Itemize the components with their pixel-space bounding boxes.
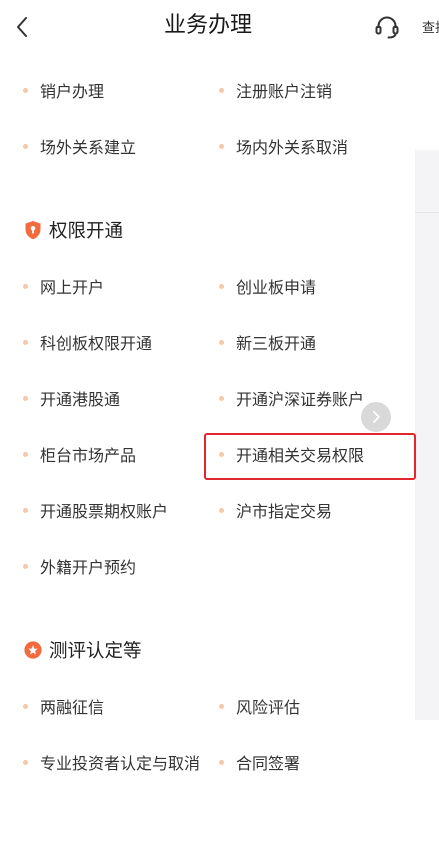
header-bar: 业务办理 查找 [0, 0, 439, 52]
item-label: 开通沪深证券账户 [236, 392, 365, 409]
search-link-clip: 查找 [422, 18, 439, 38]
chinext-application-item[interactable]: 创业板申请 [214, 258, 415, 314]
menu-grid: 两融征信 风险评估 专业投资者认定与取消 合同签署 [18, 678, 415, 790]
contract-signing-item[interactable]: 合同签署 [214, 734, 415, 790]
side-panel-divider [415, 212, 439, 213]
bullet-dot [23, 87, 28, 93]
menu-grid: 网上开户 创业板申请 科创板权限开通 新三板开通 开通港股通 开通沪深证券账户 … [18, 258, 416, 594]
headset-icon [375, 16, 399, 39]
bullet-dot [23, 283, 28, 289]
search-link[interactable]: 查找 [422, 18, 439, 38]
section-header-assessment: 测评认定等 [18, 622, 415, 678]
bullet-dot [23, 451, 28, 457]
stock-options-account-item[interactable]: 开通股票期权账户 [18, 482, 214, 538]
bullet-dot [219, 451, 224, 457]
item-label: 柜台市场产品 [40, 448, 137, 465]
permissions-group: 权限开通 网上开户 创业板申请 科创板权限开通 新三板开通 开通港股通 开通沪深… [18, 202, 416, 594]
foreign-account-appointment-item[interactable]: 外籍开户预约 [18, 538, 214, 594]
bullet-dot [23, 339, 28, 345]
trading-permissions-item[interactable]: 开通相关交易权限 [204, 426, 416, 482]
item-label: 合同签署 [236, 756, 301, 773]
item-label: 开通股票期权账户 [40, 504, 169, 521]
bullet-dot [23, 759, 28, 765]
page-title: 业务办理 [163, 12, 252, 37]
item-label: 沪市指定交易 [236, 504, 333, 521]
bullet-dot [219, 143, 224, 149]
bullet-dot [219, 703, 224, 709]
item-label: 风险评估 [236, 700, 301, 717]
counter-market-products-item[interactable]: 柜台市场产品 [18, 426, 214, 482]
chevron-right-icon [373, 411, 380, 423]
bullet-dot [23, 395, 28, 401]
online-account-opening-item[interactable]: 网上开户 [18, 258, 214, 314]
badge-icon [24, 641, 42, 659]
shield-icon [25, 221, 41, 240]
cancel-registered-account-item[interactable]: 注册账户注销 [214, 62, 415, 118]
bullet-dot [219, 759, 224, 765]
hk-connect-activation-item[interactable]: 开通港股通 [18, 370, 214, 426]
section-header-permissions: 权限开通 [18, 202, 415, 258]
business-handling-screen: 业务办理 查找 销户办理 注册账 [0, 0, 439, 868]
bullet-dot [219, 507, 224, 513]
item-label: 新三板开通 [236, 336, 317, 353]
bullet-dot [219, 395, 224, 401]
bullet-dot [23, 507, 28, 513]
bullet-dot [23, 563, 28, 569]
item-label: 外籍开户预约 [40, 560, 137, 577]
back-button[interactable] [12, 15, 32, 39]
bullet-dot [219, 87, 224, 93]
floating-next-button[interactable] [361, 402, 391, 432]
section-title: 权限开通 [49, 220, 124, 241]
close-account-item[interactable]: 销户办理 [18, 62, 214, 118]
bullet-dot [23, 143, 28, 149]
item-label: 开通相关交易权限 [236, 448, 365, 465]
menu-content: 销户办理 注册账户注销 场外关系建立 场内外关系取消 权限开通 网上开户 创业板… [18, 62, 416, 790]
menu-grid: 销户办理 注册账户注销 场外关系建立 场内外关系取消 [18, 62, 415, 174]
customer-service-button[interactable] [374, 14, 400, 40]
item-label: 两融征信 [40, 700, 105, 717]
bullet-dot [219, 283, 224, 289]
side-panel-background [415, 150, 439, 720]
item-label: 销户办理 [40, 84, 105, 101]
assessment-group: 测评认定等 两融征信 风险评估 专业投资者认定与取消 合同签署 [18, 622, 415, 790]
section-title: 测评认定等 [49, 640, 142, 661]
chevron-left-icon [17, 17, 27, 37]
item-label: 场外关系建立 [40, 140, 137, 157]
item-label: 专业投资者认定与取消 [40, 756, 201, 773]
otc-relation-setup-item[interactable]: 场外关系建立 [18, 118, 214, 174]
neeq-activation-item[interactable]: 新三板开通 [214, 314, 415, 370]
star-market-permission-item[interactable]: 科创板权限开通 [18, 314, 214, 370]
sh-designated-trading-item[interactable]: 沪市指定交易 [214, 482, 415, 538]
risk-assessment-item[interactable]: 风险评估 [214, 678, 415, 734]
item-label: 网上开户 [40, 280, 105, 297]
item-label: 开通港股通 [40, 392, 121, 409]
account-group: 销户办理 注册账户注销 场外关系建立 场内外关系取消 [18, 62, 415, 174]
item-label: 科创板权限开通 [40, 336, 153, 353]
margin-credit-check-item[interactable]: 两融征信 [18, 678, 214, 734]
bullet-dot [23, 703, 28, 709]
item-label: 注册账户注销 [236, 84, 333, 101]
professional-investor-item[interactable]: 专业投资者认定与取消 [18, 734, 214, 790]
relation-cancel-item[interactable]: 场内外关系取消 [214, 118, 415, 174]
item-label: 场内外关系取消 [236, 140, 349, 157]
bullet-dot [219, 339, 224, 345]
item-label: 创业板申请 [236, 280, 317, 297]
